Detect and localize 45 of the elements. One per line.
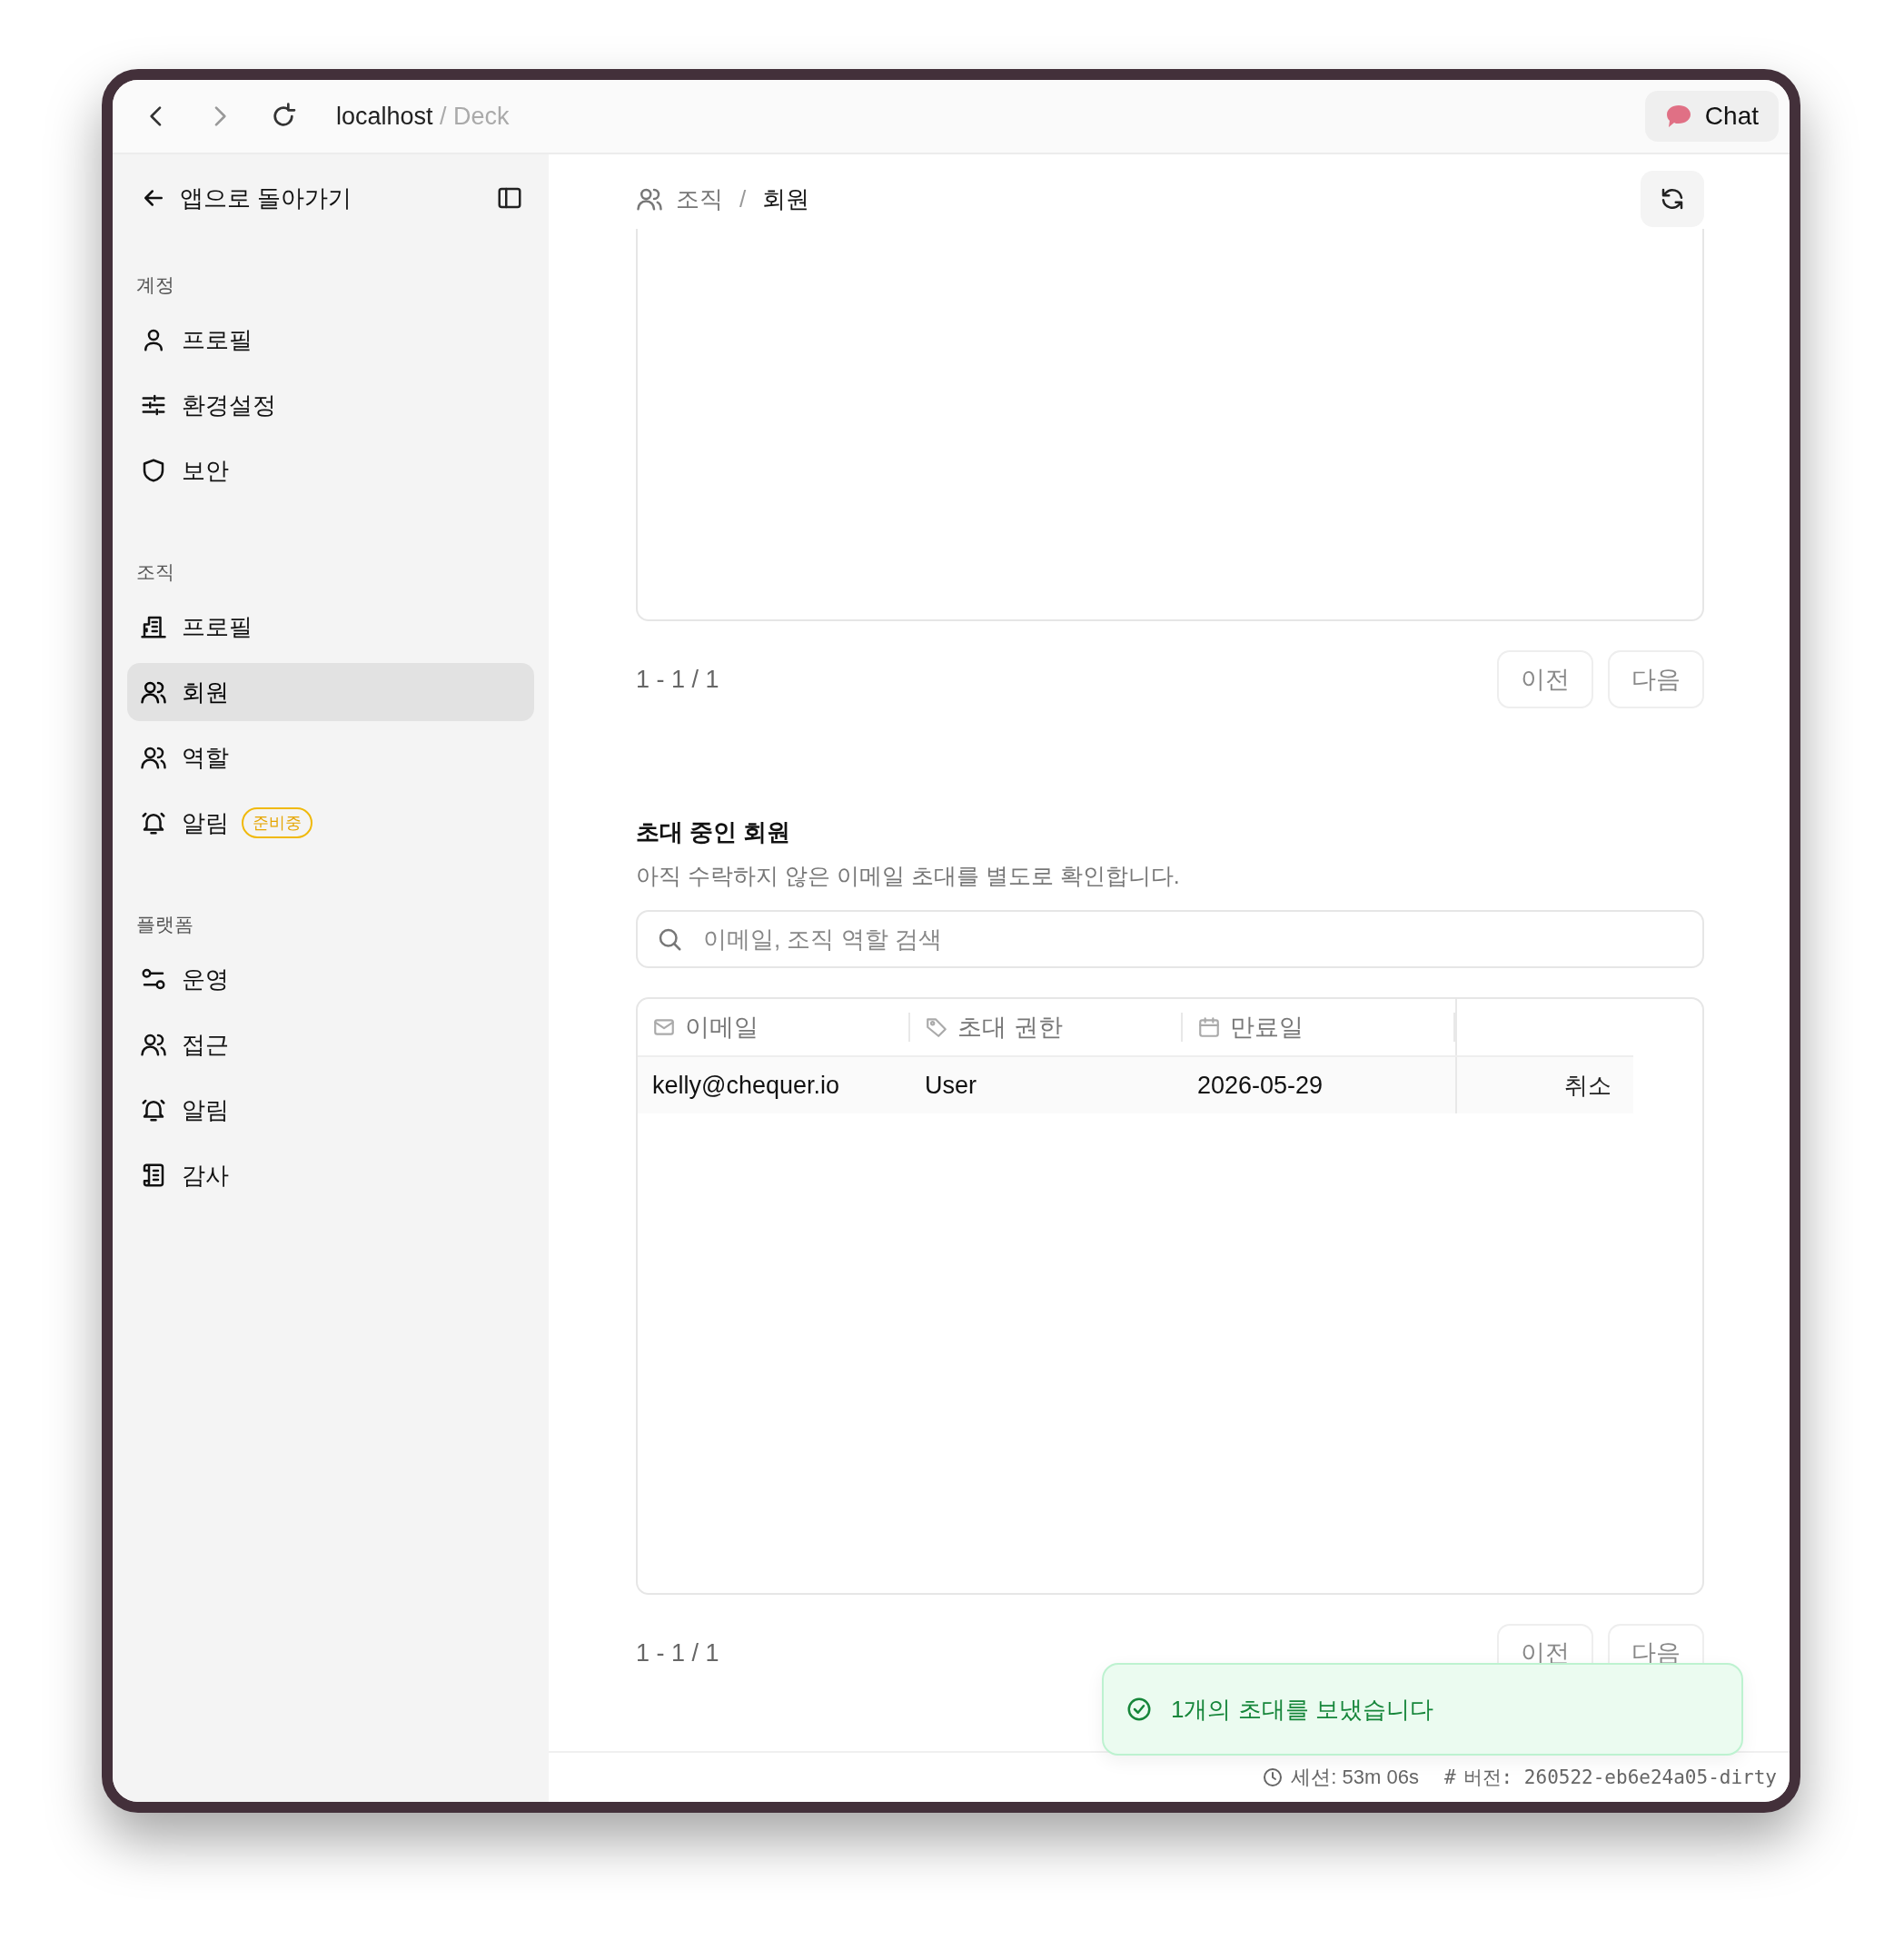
clock-icon — [1262, 1766, 1284, 1788]
breadcrumb-item[interactable]: 조직 — [676, 183, 723, 215]
back-to-app-link[interactable]: 앱으로 돌아가기 — [140, 182, 352, 214]
page-range: 1 - 1 / 1 — [636, 665, 719, 694]
breadcrumb-item: 회원 — [762, 183, 810, 214]
session-timer: 세션: 53m 06s — [1291, 1765, 1419, 1790]
section-title: 초대 중인 회원 — [636, 817, 792, 847]
section-label: 계정 — [135, 273, 175, 297]
column-header: 만료일 — [1230, 1013, 1304, 1043]
sidebar-item[interactable]: 알림 준비중 — [127, 794, 534, 852]
section-description: 아직 수락하지 않은 이메일 초대를 별도로 확인합니다. — [636, 862, 1181, 890]
section-label: 조직 — [135, 560, 175, 584]
search-field[interactable]: 이메일, 조직 역할 검색 — [636, 910, 1704, 968]
table-cell-text: kelly@chequer.io — [651, 1071, 841, 1100]
sidebar-item[interactable]: 프로필 — [127, 311, 534, 369]
column-header: 초대 권한 — [957, 1013, 1063, 1043]
sidebar-item[interactable]: 운영 — [127, 950, 534, 1008]
sidebar-item[interactable]: 보안 — [127, 441, 534, 500]
sidebar-item[interactable]: 회원 — [127, 663, 534, 721]
sidebar-item[interactable]: 알림 — [127, 1081, 534, 1139]
tag-icon — [925, 1015, 948, 1039]
refresh-button[interactable] — [1641, 171, 1704, 227]
address-text: localhost / Deck — [336, 102, 510, 131]
chat-button[interactable]: Chat — [1644, 91, 1779, 142]
sidebar-item[interactable]: 환경설정 — [127, 376, 534, 434]
column-header: 이메일 — [685, 1013, 759, 1043]
sidebar-item[interactable]: 감사 — [127, 1146, 534, 1204]
section-label: 플랫폼 — [135, 913, 194, 936]
next-button[interactable]: 다음 — [1608, 650, 1704, 708]
hash-mark: # — [1443, 1766, 1456, 1788]
sidebar-item[interactable]: 프로필 — [127, 598, 534, 656]
breadcrumb-separator: / — [739, 184, 747, 213]
sidebar-item[interactable]: 접근 — [127, 1015, 534, 1073]
cancel-link[interactable]: 취소 — [1564, 1069, 1611, 1102]
page-range: 1 - 1 / 1 — [636, 1638, 719, 1667]
previous-button[interactable]: 이전 — [1497, 650, 1593, 708]
table-cell-text: 2026-05-29 — [1196, 1071, 1324, 1100]
table-cell-text: User — [924, 1071, 977, 1100]
check-circle-icon — [1126, 1696, 1153, 1723]
speech-bubble-icon — [1664, 104, 1692, 129]
sidebar-item[interactable]: 역할 — [127, 728, 534, 787]
version-text: 버전: 260522-eb6e24a05-dirty — [1463, 1766, 1777, 1790]
toast-message: 1개의 초대를 보냈습니다 — [1171, 1694, 1433, 1725]
calendar-icon — [1197, 1015, 1221, 1039]
status-badge: 준비중 — [242, 807, 312, 838]
